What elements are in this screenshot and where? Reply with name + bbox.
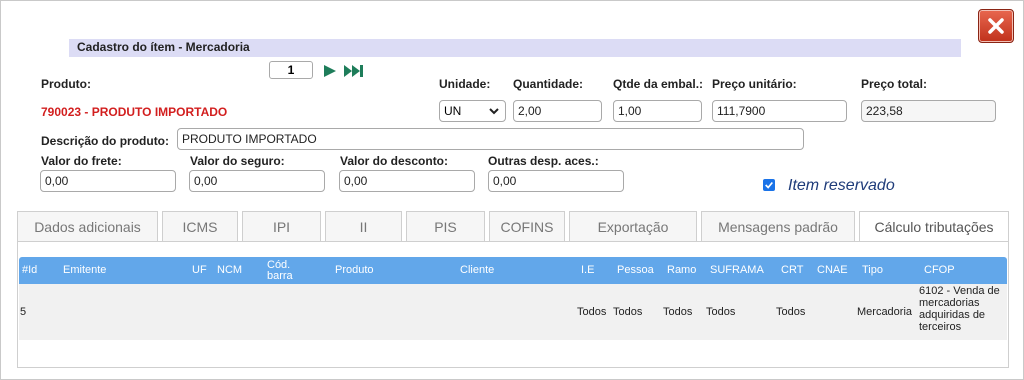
descricao-input[interactable] [177,128,804,150]
quantidade-label: Quantidade: [513,77,584,91]
dialog-window: Cadastro do ítem - Mercadoria 1 Produto:… [0,0,1024,380]
cell-tipo: Mercadoria [857,306,913,318]
col-crt[interactable]: CRT [781,257,803,284]
next-icon[interactable] [323,65,337,77]
col-ncm[interactable]: NCM [217,257,242,284]
product-code: 790023 - PRODUTO IMPORTADO [41,105,228,119]
close-icon [988,18,1004,34]
tab-pis[interactable]: PIS [406,211,485,241]
desconto-label: Valor do desconto: [340,154,449,168]
product-label: Produto: [41,77,91,91]
cell-crt: Todos [776,306,806,318]
preco-unitario-input[interactable] [712,100,847,122]
table-header: #Id Emitente UF NCM Cód. barra Produto C… [19,257,1007,284]
tab-icms[interactable]: ICMS [162,211,238,241]
item-reservado-checkbox[interactable] [763,179,775,191]
tab-dados-adicionais[interactable]: Dados adicionais [17,211,158,241]
dialog-title-bar: Cadastro do ítem - Mercadoria [69,39,961,57]
col-emitente[interactable]: Emitente [63,257,106,284]
preco-total-label: Preço total: [861,77,928,91]
chevron-down-icon [489,108,499,115]
tab-bar: Dados adicionais ICMS IPI II PIS COFINS … [17,211,1009,241]
col-pessoa[interactable]: Pessoa [617,257,654,284]
last-icon[interactable] [344,65,364,77]
seguro-input[interactable] [189,170,325,192]
col-cod-barra[interactable]: Cód. barra [267,257,309,284]
unidade-select[interactable]: UN [439,100,506,122]
col-ramo[interactable]: Ramo [667,257,696,284]
col-uf[interactable]: UF [192,257,207,284]
cell-cfop: 6102 - Venda de mercadorias adquiridas d… [919,285,1000,333]
col-tipo[interactable]: Tipo [862,257,883,284]
frete-label: Valor do frete: [41,154,122,168]
col-suframa[interactable]: SUFRAMA [710,257,764,284]
close-button[interactable] [978,9,1014,43]
preco-unitario-label: Preço unitário: [712,77,797,91]
seguro-label: Valor do seguro: [190,154,285,168]
check-icon [765,181,773,189]
cell-ie: Todos [577,306,607,318]
preco-total-input[interactable] [861,100,996,122]
cell-pessoa: Todos [613,306,643,318]
item-reservado-label: Item reservado [788,177,895,194]
tab-cofins[interactable]: COFINS [489,211,565,241]
qtde-embal-label: Qtde da embal.: [613,77,704,91]
cell-id: 5 [20,306,27,318]
table-row[interactable]: 5 Todos Todos Todos Todos Todos Mercador… [19,284,1007,340]
quantidade-input[interactable] [513,100,602,122]
qtde-embal-input[interactable] [613,100,702,122]
col-produto[interactable]: Produto [335,257,374,284]
cell-ramo: Todos [663,306,693,318]
tab-mensagens-padrao[interactable]: Mensagens padrão [701,211,855,241]
tab-ipi[interactable]: IPI [242,211,321,241]
col-cfop[interactable]: CFOP [924,257,955,284]
tab-exportacao[interactable]: Exportação [569,211,697,241]
col-id[interactable]: #Id [22,257,37,284]
col-ie[interactable]: I.E [581,257,594,284]
tab-ii[interactable]: II [325,211,402,241]
outras-desp-label: Outras desp. aces.: [488,154,599,168]
frete-input[interactable] [40,170,176,192]
unidade-value: UN [444,104,462,118]
cell-suframa: Todos [706,306,736,318]
page-number[interactable]: 1 [269,61,313,79]
col-cnae[interactable]: CNAE [817,257,848,284]
tab-calculo-tributacoes[interactable]: Cálculo tributações [859,211,1009,241]
outras-desp-input[interactable] [488,170,624,192]
col-cliente[interactable]: Cliente [460,257,494,284]
unidade-label: Unidade: [439,77,491,91]
descricao-label: Descrição do produto: [41,134,170,148]
dialog-title: Cadastro do ítem - Mercadoria [77,40,250,54]
desconto-input[interactable] [339,170,475,192]
